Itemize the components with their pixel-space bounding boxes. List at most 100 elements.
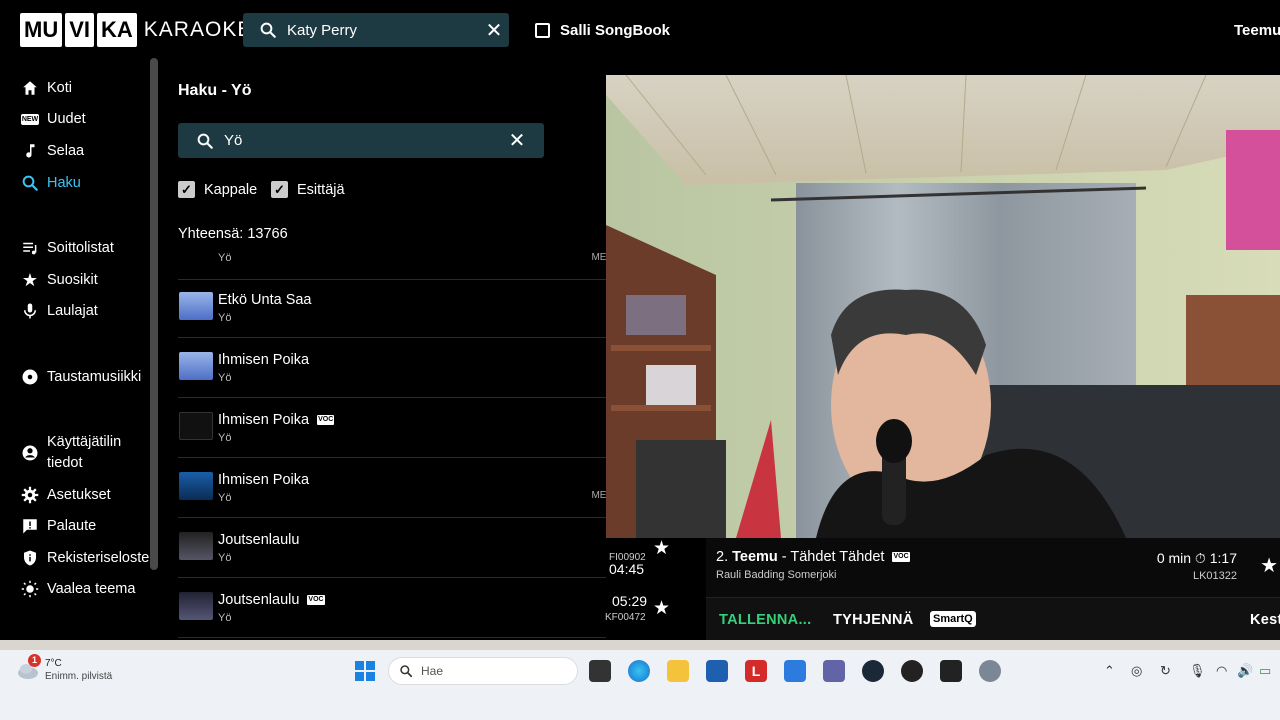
favorite-star-icon[interactable]: ★ [653,537,670,560]
sidebar-item-asetukset[interactable]: Asetukset [20,485,111,505]
page-title: Haku - Yö [178,82,252,99]
smartq-button[interactable]: SmartQ [930,611,976,627]
epic-games-icon[interactable] [940,660,962,682]
logo[interactable]: MU VI KA KARAOKE [20,12,252,48]
window-frame-left [0,0,10,640]
inner-search-value[interactable]: Yö [224,132,502,149]
tray-chevron-up-icon[interactable]: ⌃ [1104,663,1115,679]
sidebar-item-uudet[interactable]: NEW Uudet [20,109,86,129]
list-item[interactable]: Yö MEL [178,220,606,280]
favorite-star-icon[interactable]: ★ [653,597,670,620]
clear-query-icon[interactable]: ✕ [502,128,532,153]
sidebar-item-selaa[interactable]: Selaa [20,141,84,161]
filter-kappale[interactable]: ✓ Kappale [178,181,257,198]
tray-microphone-icon[interactable]: 🎙 [1189,663,1206,679]
list-item[interactable]: Ihmisen Poika Yö F [178,338,606,398]
app-l-icon[interactable]: L [745,660,767,682]
song-artist: Yö [218,312,232,324]
checkbox-checked-icon[interactable]: ✓ [271,181,288,198]
teams-icon[interactable] [823,660,845,682]
star-icon: ★ [21,269,39,290]
tray-volume-icon[interactable]: 🔊 [1237,663,1253,679]
checkbox-checked-icon[interactable]: ✓ [178,181,195,198]
sidebar-item-suosikit[interactable]: ★ Suosikit [20,270,98,290]
sidebar-scrollbar[interactable] [150,58,158,570]
top-search-field[interactable]: Katy Perry ✕ [243,13,509,47]
gear-icon [20,485,40,505]
tray-wifi-icon[interactable]: ◠ [1216,663,1227,679]
queue-artist: Rauli Badding Somerjoki [716,569,837,581]
list-item[interactable]: Ihmisen Poika Yö MEL [178,458,606,518]
taskbar-search-field[interactable]: Hae [388,657,578,685]
salli-songbook-toggle[interactable]: Salli SongBook [535,22,670,39]
weather-text: 7°C Enimm. pilvistä [45,658,112,682]
sidebar-item-rekisteriseloste[interactable]: Rekisteriseloste [20,548,149,568]
song-artist: Yö [218,252,232,264]
list-item[interactable]: Joutsenlaulu Yö [178,518,606,578]
top-search-value[interactable]: Katy Perry [287,22,479,39]
file-explorer-icon[interactable] [667,660,689,682]
song-artist: Yö [218,612,232,624]
queue-song: - Tähdet Tähdet [777,549,885,565]
music-note-icon [20,141,40,161]
windows-start-icon[interactable] [354,660,376,682]
home-icon [20,78,40,98]
shield-icon [20,548,40,568]
song-title: Ihmisen Poika VOC [218,412,335,428]
clear-search-icon[interactable]: ✕ [479,18,509,43]
song-title-text: Etkö Unta Saa [218,292,312,308]
song-thumbnail [179,472,213,500]
cloud-icon: 1 [16,654,41,682]
search-icon [399,664,413,678]
sidebar-item-taustamusiikki[interactable]: Taustamusiikki [20,367,141,387]
sidebar-item-koti[interactable]: Koti [20,78,72,98]
sidebar-item-vaalea-teema[interactable]: Vaalea teema [20,579,135,599]
song-title-text: Joutsenlaulu [218,592,300,608]
song-meta: MEL [591,490,606,501]
weather-widget[interactable]: 1 7°C Enimm. pilvistä [16,654,112,682]
song-duration: 04:45 [609,561,645,577]
sidebar-item-kayttajatilin-tiedot[interactable]: Käyttäjätilin tiedot [20,432,121,474]
salli-checkbox[interactable] [535,23,550,38]
song-thumbnail [179,292,213,320]
sidebar-item-haku[interactable]: Haku [20,173,81,193]
camera-video-frame [606,75,1280,538]
playlist-icon [20,238,40,258]
save-button[interactable]: TALLENNA... [719,612,811,628]
queue-item-title[interactable]: 2. Teemu - Tähdet Tähdet VOC [716,549,910,565]
list-item[interactable]: Ihmisen Poika VOC Yö [178,398,606,458]
salli-label: Salli SongBook [560,22,671,39]
sidebar: Koti NEW Uudet Selaa Haku Soittolistat ★… [10,58,158,640]
tray-network-icon[interactable]: ◎ [1131,663,1142,679]
filter-esittaja[interactable]: ✓ Esittäjä [271,181,345,198]
steam-icon[interactable] [862,660,884,682]
feedback-icon [20,516,40,536]
weather-temp: 7°C [45,658,62,669]
favorite-star-icon[interactable]: ★ [1260,553,1278,578]
queue-code: LK01322 [1192,570,1237,582]
clear-button[interactable]: TYHJENNÄ [833,612,914,628]
song-title-text: Ihmisen Poika [218,472,310,488]
camera-video [606,75,1280,538]
sidebar-item-soittolistat[interactable]: Soittolistat [20,238,114,258]
sidebar-label: Käyttäjätilin [47,434,122,450]
inner-search-field[interactable]: Yö ✕ [178,123,544,158]
song-title-text: Ihmisen Poika [218,412,310,428]
obs-icon[interactable] [901,660,923,682]
sidebar-item-palaute[interactable]: Palaute [20,516,96,536]
task-view-icon[interactable] [589,660,611,682]
tray-sync-icon[interactable]: ↻ [1160,663,1171,679]
song-thumbnail [179,532,213,560]
voc-badge-icon: VOC [317,415,335,425]
settings-gear-icon[interactable] [979,660,1001,682]
duration-button[interactable]: Kesto [1250,612,1280,628]
list-item[interactable]: Etkö Unta Saa Yö F [178,278,606,338]
list-item[interactable]: Joutsenlaulu VOC Yö [178,578,606,638]
tray-battery-icon[interactable]: ▭ [1259,663,1271,679]
outlook-icon[interactable] [784,660,806,682]
store-icon[interactable] [706,660,728,682]
sidebar-item-laulajat[interactable]: Laulajat [20,301,98,321]
edge-browser-icon[interactable] [628,660,650,682]
user-name[interactable]: Teemu [1234,22,1280,39]
song-title: Etkö Unta Saa [218,292,312,308]
